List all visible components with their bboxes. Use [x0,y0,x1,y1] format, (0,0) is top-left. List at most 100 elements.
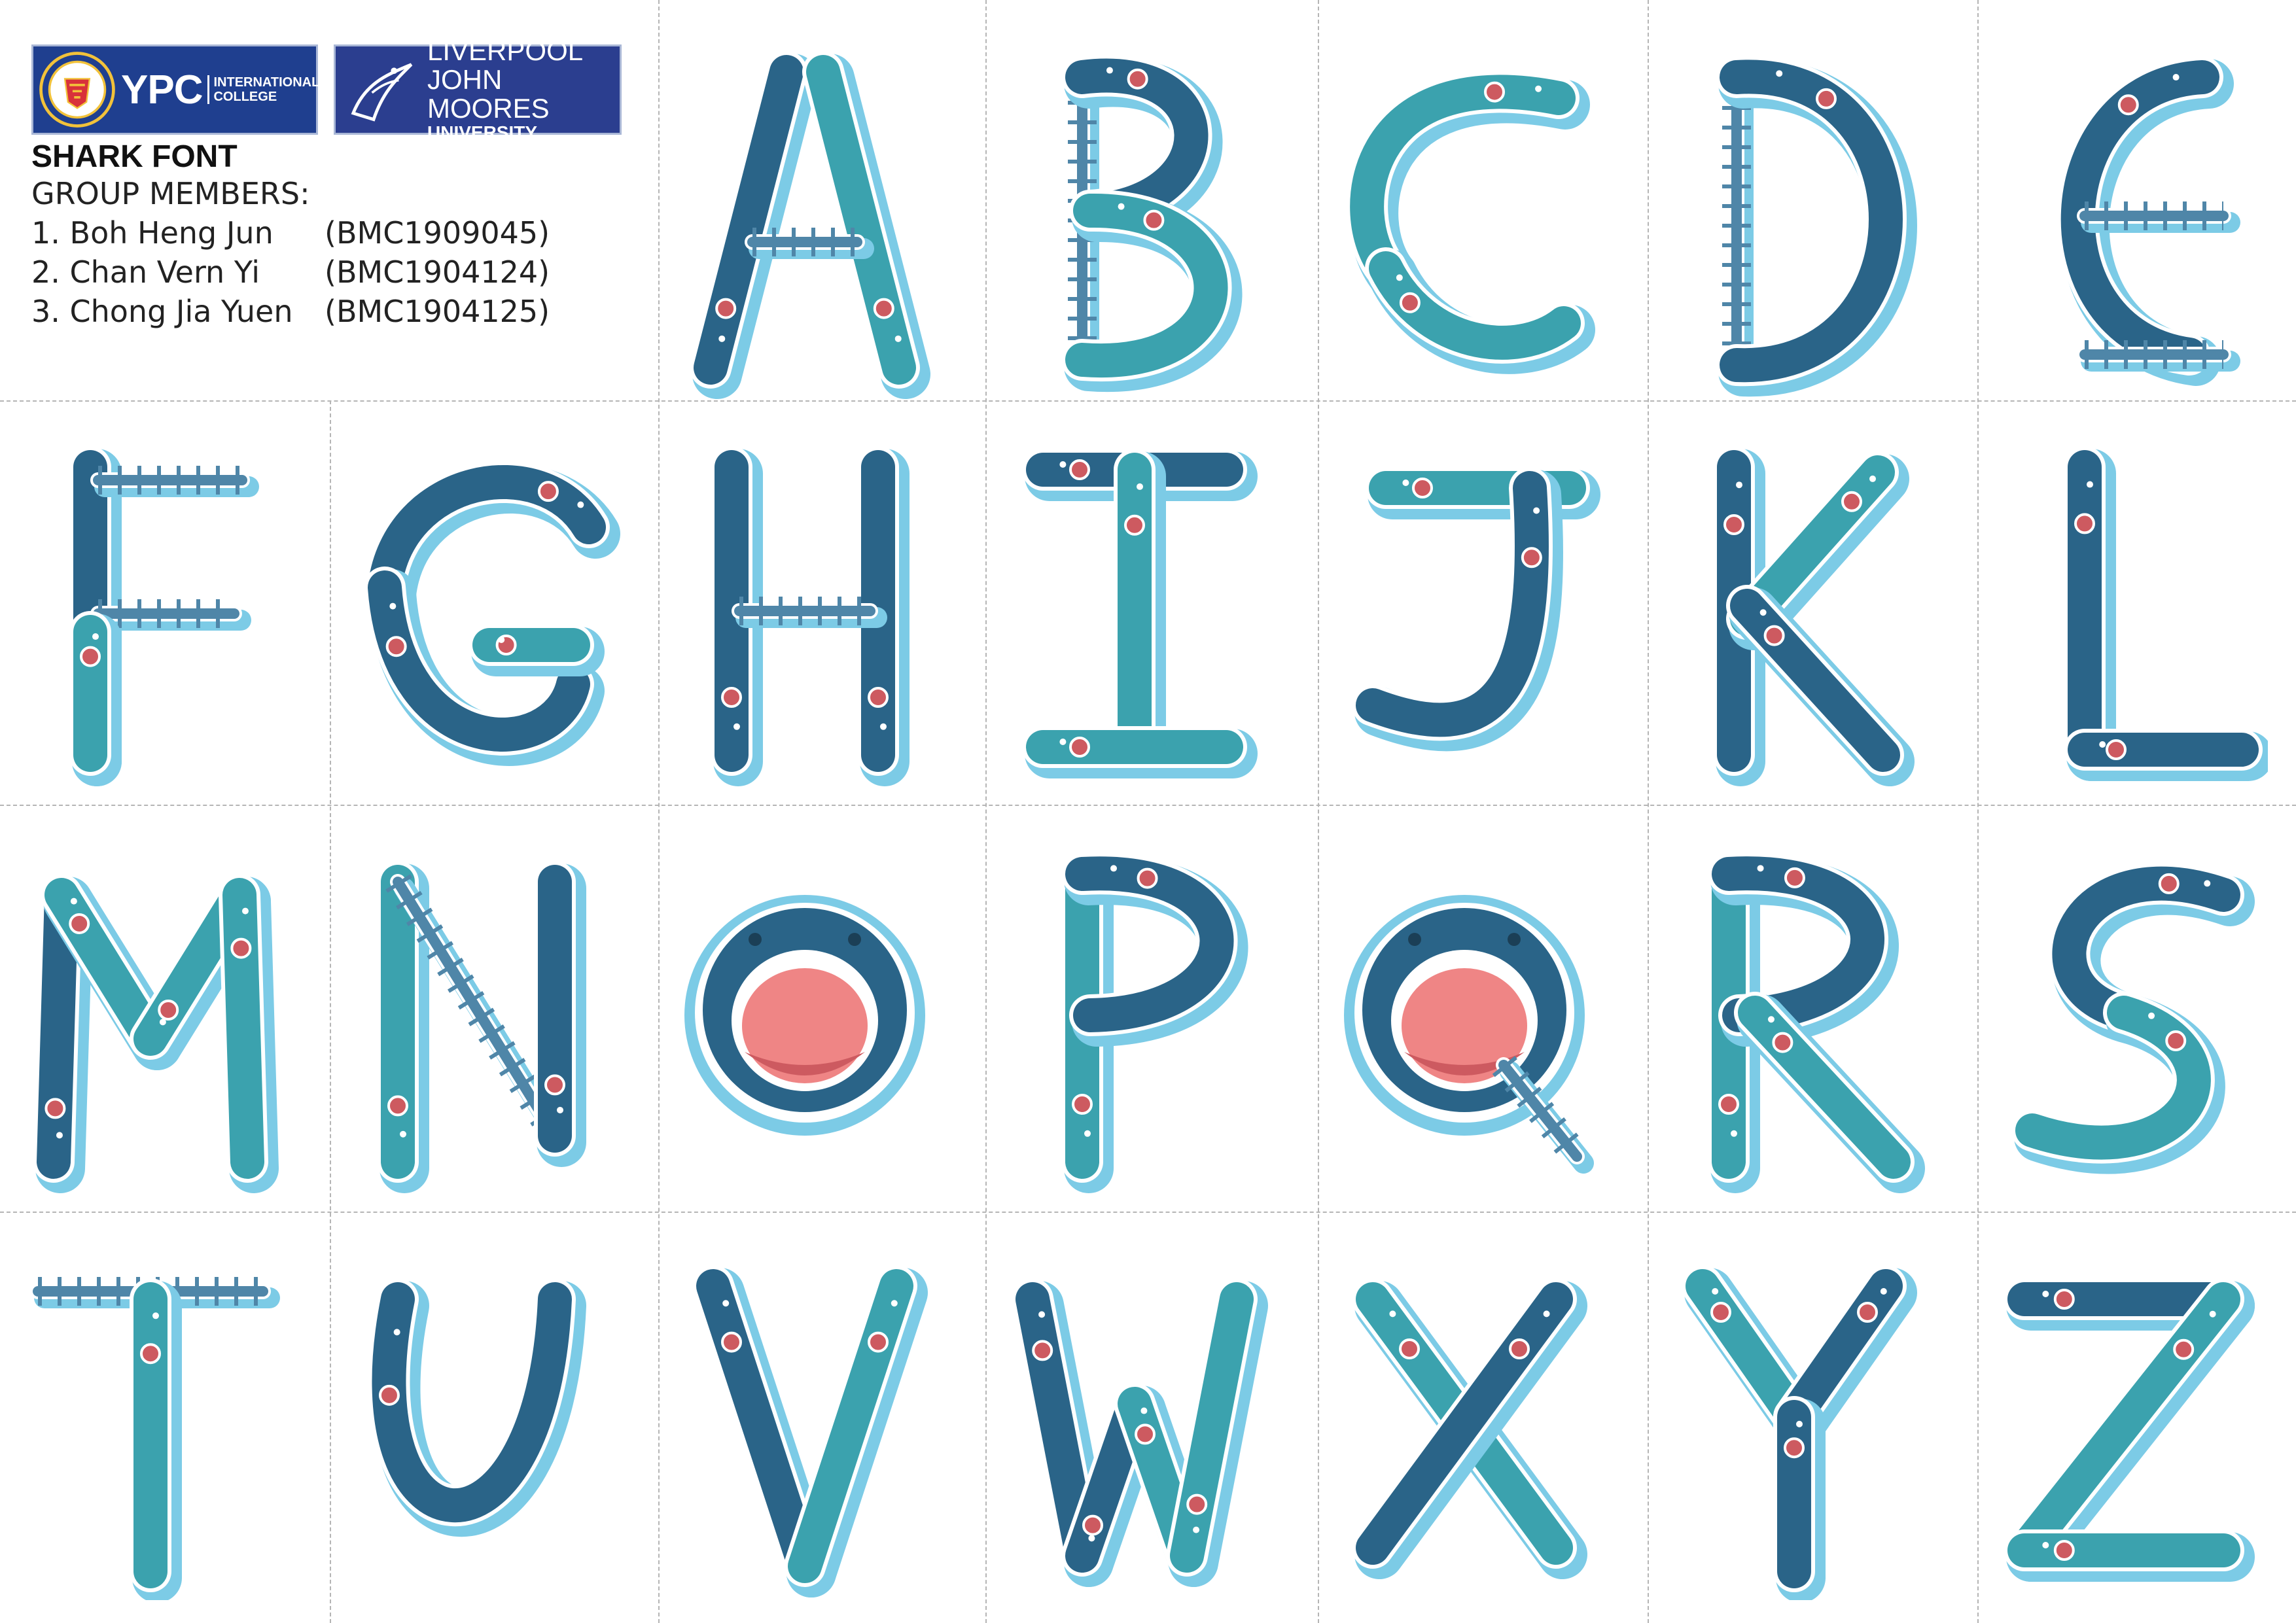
ljmu-line1: LIVERPOOL [427,35,584,66]
eye [1408,933,1421,946]
shark-mouth [80,646,101,667]
shark-letter-i: I [1022,449,1258,778]
shark-body [377,861,429,1193]
letter-tile-s: S [1980,843,2268,1196]
shark-eye [389,602,397,610]
shark-body [2004,1278,2255,1582]
shark-mouth [715,298,737,319]
grid-line-vertical [658,0,660,1623]
shark-eye [894,335,902,342]
shark-letter-o: O [684,895,925,1136]
grid-line-vertical [330,400,331,1623]
shark-fill [2007,1282,2240,1567]
shark-body [1114,449,1166,778]
shark-mouth [1815,88,1837,109]
grid-line-vertical [1318,0,1319,1623]
shark-eye [241,907,249,915]
shark-eye [1059,461,1067,468]
shark-body [2004,1529,2255,1582]
shark-letter-v: V [692,1265,928,1597]
member-id: (BMC1904125) [325,294,550,329]
shark-mouth [1399,292,1421,313]
shark-eye [56,1132,63,1139]
shark-mouth [1072,1094,1093,1115]
shark-eye [92,633,99,640]
fish-bone [90,599,251,631]
ypc-seal-icon [39,52,115,128]
ypc-logo-subtext: INTERNATIONAL COLLEGE [207,75,319,104]
ypc-logo-sub1: INTERNATIONAL [213,75,320,90]
shark-letter-m: M [33,874,279,1193]
fish-bone [745,228,874,259]
shark-letter-z: Z [2004,1278,2255,1582]
shark-eye [1767,1016,1775,1023]
letter-tile-u: U [332,1247,620,1600]
letter-tile-f: F [7,436,294,789]
grid-line-horizontal [0,400,2296,402]
fish-bone [732,597,887,628]
shark-letter-w: W [1012,1278,1268,1587]
shark-eye [2209,1310,2216,1318]
page-title: SHARK FONT [31,139,238,174]
shark-mouth [2074,513,2096,534]
shark-mouth [1082,1514,1103,1536]
shark-eye [2042,1542,2049,1548]
shark-eye [1731,1130,1737,1137]
shark-face-ring [684,895,925,1136]
letter-tile-e: E [1980,46,2268,399]
shark-mouth [1032,1340,1053,1361]
shark-eye [1396,274,1403,281]
shark-mouth [1124,514,1146,536]
shark-mouth [1710,1301,1731,1323]
ypc-logo-sub2: COLLEGE [213,90,277,104]
shark-mouth [1521,547,1542,568]
grid-line-vertical [1648,0,1649,1623]
shark-mouth [1509,1338,1530,1360]
shark-mouth [1135,1423,1156,1445]
letter-tile-v: V [661,1247,949,1600]
shark-body [2064,446,2116,781]
member-row: 1. Boh Heng Jun (BMC1909045) [31,215,633,251]
letter-tile-a: A [661,46,949,399]
eye [848,933,861,946]
letter-tile-p: P [991,843,1279,1196]
shark-body [364,461,620,619]
grid-line-vertical [985,0,987,1623]
shark-face-ring [1344,895,1585,1136]
shark-mouth [387,1095,409,1117]
shark-mouth [1857,1302,1879,1323]
shark-eye [1712,1288,1719,1295]
shark-mouth [158,1000,179,1021]
shark-mouth [873,298,894,319]
shark-eye [2099,741,2106,748]
shark-letter-x: X [1352,1278,1587,1579]
letter-tile-i: I [991,436,1279,789]
members-heading: GROUP MEMBERS: [31,176,310,211]
shark-eye [1389,1310,1396,1318]
shark-body [130,1278,182,1600]
ypc-logo-text: YPC [121,67,203,113]
shark-eye [1140,1407,1148,1414]
letter-tile-x: X [1320,1247,1608,1600]
shark-body [1061,189,1243,393]
shark-eye [1118,203,1125,210]
shark-eye [1193,1526,1200,1533]
shark-eye [152,1312,160,1319]
shark-letter-d: D [1716,56,1917,397]
shark-mouth [69,913,90,934]
shark-mouth [140,1343,162,1365]
shark-mouth [44,1098,66,1119]
shark-mouth [868,1331,889,1353]
letter-tile-t: T [7,1247,294,1600]
shark-eye [1038,1311,1046,1318]
shark-body [784,1265,928,1597]
shark-mouth [230,937,252,959]
shark-eye [891,1300,898,1307]
letter-tile-h: H [661,436,949,789]
shark-mouth [1127,68,1148,90]
shark-eye [1776,70,1783,77]
shark-mouth [1784,1437,1805,1459]
shark-mouth [1186,1493,1208,1515]
letter-tile-o: O [661,843,949,1196]
shark-body [219,874,279,1193]
